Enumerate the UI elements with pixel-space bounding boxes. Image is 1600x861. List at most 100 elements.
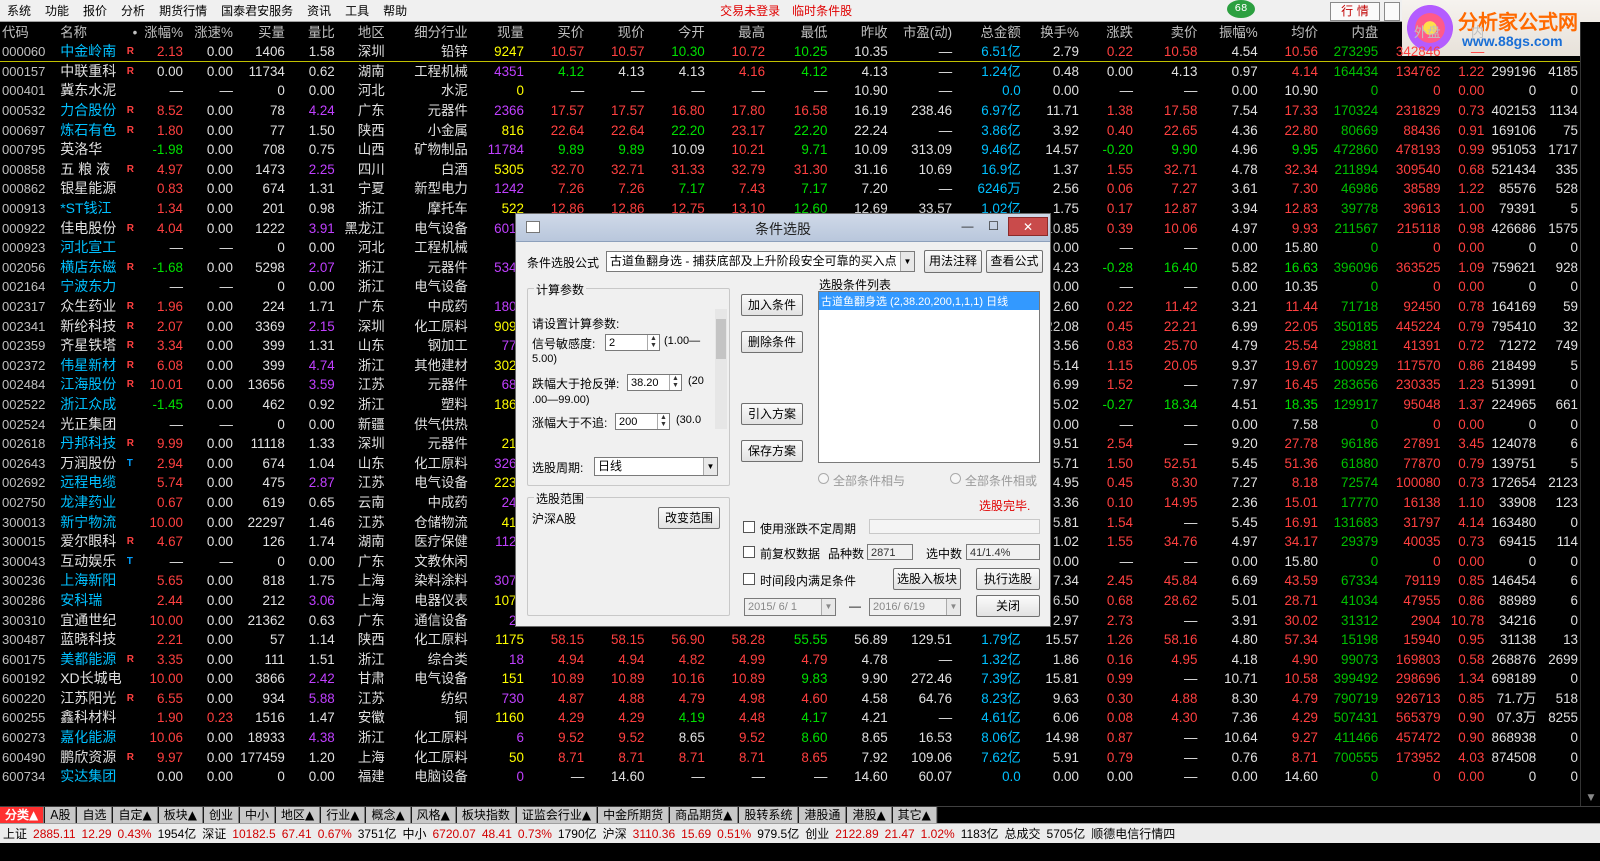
column-header[interactable]: 名称 xyxy=(58,22,127,42)
radio-all-or[interactable] xyxy=(950,473,961,484)
menu-item-broker-service[interactable]: 国泰君安服务 xyxy=(214,0,300,22)
temp-condition-stocks[interactable]: 临时条件股 xyxy=(786,0,858,22)
column-header[interactable]: 代码 xyxy=(0,22,58,42)
spinner-icon[interactable]: ▲ ▼ xyxy=(657,414,669,429)
menu-item-futures[interactable]: 期货行情 xyxy=(152,0,214,22)
table-row[interactable]: 600220 江苏阳光 R 6.55 0.00 934 5.88 江苏 纺织 730 4.87 4.8… xyxy=(0,689,1580,709)
formula-select[interactable]: 古道鱼翻身选 - 捕获底部及上升阶段安全可靠的买入点 ▼ xyxy=(606,251,915,272)
column-header[interactable]: • xyxy=(127,22,139,42)
column-header[interactable]: 涨幅% xyxy=(139,22,185,42)
menu-button-partial[interactable] xyxy=(1384,2,1400,21)
status-item[interactable]: 979.5亿 xyxy=(754,825,802,842)
radio-all-and[interactable] xyxy=(818,473,829,484)
status-item[interactable]: 中小 xyxy=(399,825,429,842)
close-button[interactable]: 关闭 xyxy=(976,595,1040,617)
tab-category[interactable]: 中小 xyxy=(239,807,275,823)
status-item[interactable]: 上证 xyxy=(0,825,30,842)
tab-category[interactable]: 证监会行业▲ xyxy=(516,807,598,823)
column-header[interactable]: 最高 xyxy=(707,22,767,42)
dialog-titlebar[interactable]: 条件选股 — ☐ ✕ xyxy=(516,214,1050,242)
minimize-icon[interactable]: — xyxy=(954,217,981,236)
status-item[interactable]: 1183亿 xyxy=(958,825,1002,842)
tab-category[interactable]: 创业 xyxy=(203,807,239,823)
status-item[interactable]: 沪深 xyxy=(600,825,630,842)
column-header[interactable]: 涨跌 xyxy=(1081,22,1135,42)
table-row[interactable]: 000060 中金岭南 R 2.13 0.00 1406 1.58 深圳 铅锌 9247 10.57… xyxy=(0,42,1580,63)
table-row[interactable]: 600273 嘉化能源 10.06 0.00 18933 4.38 浙江 化工原料 6 9.52 9… xyxy=(0,728,1580,748)
spinner-icon[interactable]: ▲ ▼ xyxy=(669,375,681,390)
table-row[interactable]: 000858 五 粮 液 R 4.97 0.00 1473 2.25 四川 白酒 5305 32.7… xyxy=(0,160,1580,180)
notification-badge[interactable]: 68 xyxy=(1227,0,1255,18)
tab-category[interactable]: 中金所期货 xyxy=(598,807,670,823)
column-header[interactable]: 现价 xyxy=(586,22,646,42)
column-header[interactable]: 外盘 xyxy=(1380,22,1442,42)
tab-category[interactable]: 概念▲ xyxy=(366,807,411,823)
tab-category[interactable]: 自定▲ xyxy=(113,807,158,823)
table-row[interactable]: 000401 冀东水泥 — — 0 0.00 河北 水泥 0 — — — — — 10.90 — 0.0 0.00… xyxy=(0,81,1580,101)
menu-item-help[interactable]: 帮助 xyxy=(376,0,414,22)
menu-item-system[interactable]: 系统 xyxy=(0,0,38,22)
delete-condition-button[interactable]: 删除条件 xyxy=(741,331,803,353)
menu-item-analysis[interactable]: 分析 xyxy=(114,0,152,22)
menu-item-tools[interactable]: 工具 xyxy=(338,0,376,22)
quote-button[interactable]: 行 情 xyxy=(1330,2,1380,21)
tab-category[interactable]: 行业▲ xyxy=(321,807,366,823)
column-header[interactable]: 卖价 xyxy=(1135,22,1199,42)
tab-category[interactable]: 股转系统 xyxy=(739,807,799,823)
maximize-icon[interactable]: ☐ xyxy=(980,217,1007,236)
status-item[interactable]: 1790亿 xyxy=(555,825,600,842)
table-row[interactable]: 600734 实达集团 0.00 0.00 0 0.00 福建 电脑设备 0—14.60— — —1… xyxy=(0,767,1580,787)
column-header[interactable]: 买量 xyxy=(235,22,287,42)
date-from-input[interactable]: 2015/ 6/ 1 ▼ xyxy=(744,598,836,616)
status-item[interactable]: 深证 xyxy=(199,825,229,842)
param-nochase-input[interactable]: 200 ▲ ▼ xyxy=(615,413,670,430)
table-row[interactable]: 000795 英洛华 -1.98 0.00 708 0.75 山西 矿物制品 11784 9.89… xyxy=(0,140,1580,160)
column-header[interactable]: 市盈(动) xyxy=(890,22,954,42)
param-rebound-input[interactable]: 38.20 ▲ ▼ xyxy=(627,374,682,391)
column-header[interactable]: 涨速% xyxy=(185,22,235,42)
table-row[interactable]: 600255 鑫科材料 1.90 0.23 1516 1.47 安徽 铜 1160 4.29 4.2… xyxy=(0,708,1580,728)
tab-category[interactable]: A股 xyxy=(45,807,77,823)
chk-fuquan[interactable] xyxy=(743,546,755,558)
chk-unfixed-period[interactable] xyxy=(743,521,755,533)
column-header[interactable]: 均价 xyxy=(1260,22,1320,42)
import-scheme-button[interactable]: 引入方案 xyxy=(741,403,803,425)
column-header[interactable]: 细分行业 xyxy=(387,22,470,42)
add-to-board-button[interactable]: 选股入板块 xyxy=(893,568,961,590)
tab-category[interactable]: 分类▲ xyxy=(0,807,45,823)
chk-time-range[interactable] xyxy=(743,573,755,585)
column-header[interactable]: 买价 xyxy=(526,22,586,42)
table-row[interactable]: 600490 鹏欣资源 R 9.97 0.00 177459 1.20 上海 化工原料 50 8.7… xyxy=(0,747,1580,767)
column-header[interactable]: 昨收 xyxy=(829,22,889,42)
param-sensitivity-input[interactable]: 2 ▲ ▼ xyxy=(605,334,660,351)
status-item[interactable]: 创业 xyxy=(802,825,832,842)
column-header[interactable]: 内 xyxy=(1443,22,1487,42)
scroll-down-icon[interactable]: ▼ xyxy=(1585,792,1597,804)
params-scrollbar[interactable] xyxy=(715,309,727,429)
menu-item-quote[interactable]: 报价 xyxy=(76,0,114,22)
tab-category[interactable]: 地区▲ xyxy=(275,807,321,823)
condition-list[interactable]: 古道鱼翻身选 (2,38.20,200,1,1,1) 日线 xyxy=(818,291,1040,463)
spinner-icon[interactable]: ▲ ▼ xyxy=(647,335,659,350)
column-header[interactable]: 地区 xyxy=(337,22,387,42)
status-item[interactable]: 5705亿 xyxy=(1044,825,1089,842)
view-formula-button[interactable]: 查看公式 xyxy=(986,250,1043,273)
grid-scrollbar[interactable]: ▼ xyxy=(1580,22,1600,807)
menu-item-news[interactable]: 资讯 xyxy=(300,0,338,22)
status-item[interactable]: 总成交 xyxy=(1002,825,1044,842)
table-row[interactable]: 000862 银星能源 0.83 0.00 674 1.31 宁夏 新型电力 1242 7.26 7… xyxy=(0,179,1580,199)
status-item[interactable]: 顺德电信行情四 xyxy=(1088,825,1178,842)
column-header[interactable]: 量比 xyxy=(287,22,337,42)
column-header[interactable]: 总金额 xyxy=(954,22,1023,42)
column-header[interactable]: 最低 xyxy=(767,22,829,42)
tab-category[interactable]: 港股通 xyxy=(799,807,847,823)
change-range-button[interactable]: 改变范围 xyxy=(658,507,720,529)
table-row[interactable]: 000532 力合股份 R 8.52 0.00 78 4.24 广东 元器件 2366 17.57 1… xyxy=(0,101,1580,121)
save-scheme-button[interactable]: 保存方案 xyxy=(741,440,803,462)
column-header[interactable]: 今开 xyxy=(646,22,706,42)
tab-category[interactable]: 板块指数 xyxy=(456,807,516,823)
status-item[interactable]: 1954亿 xyxy=(155,825,200,842)
tab-category[interactable]: 自选 xyxy=(77,807,113,823)
trade-login-status[interactable]: 交易未登录 xyxy=(714,0,786,22)
tab-category[interactable]: 板块▲ xyxy=(158,807,203,823)
